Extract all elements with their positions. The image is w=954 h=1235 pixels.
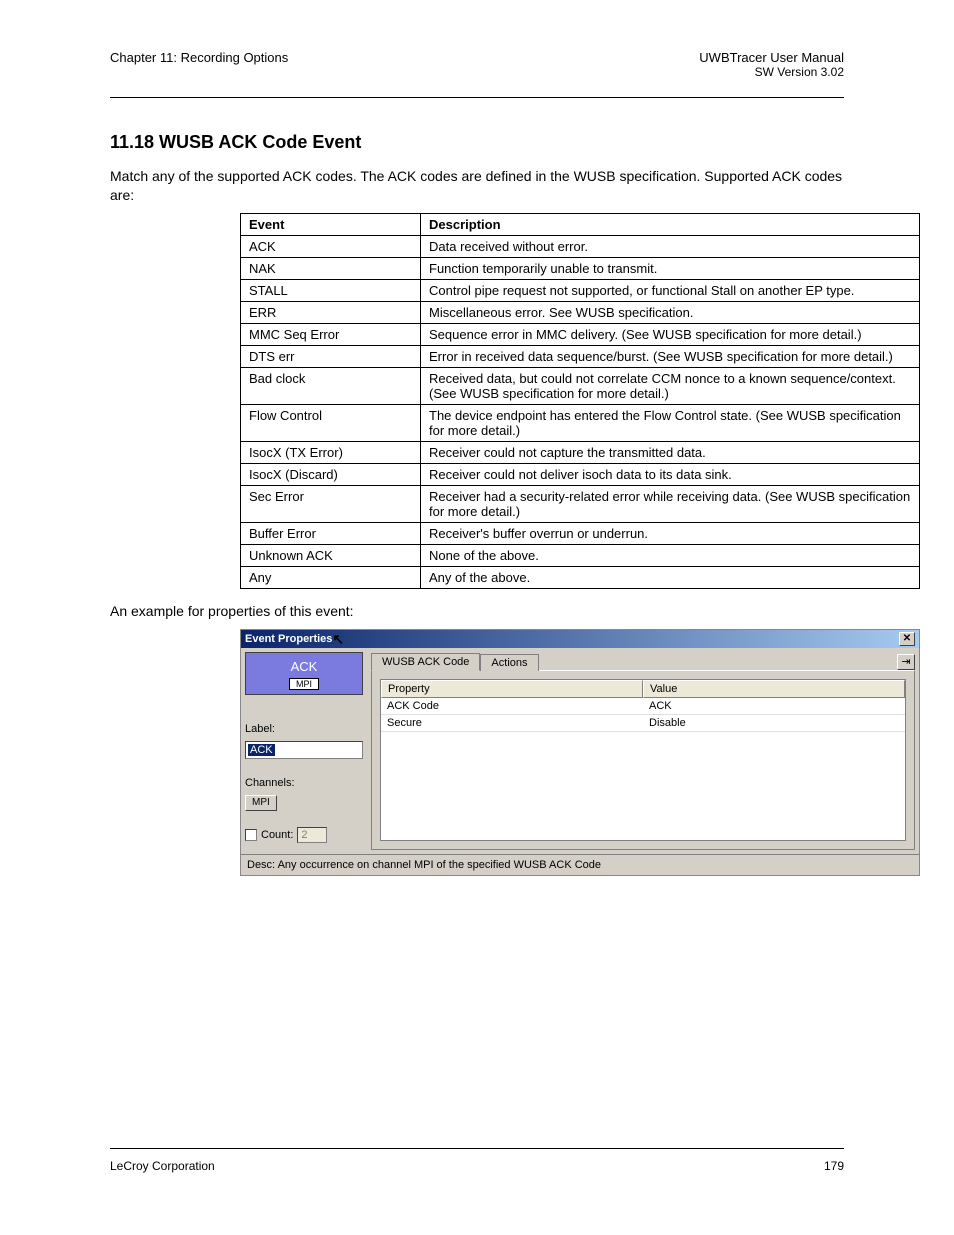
label-value: ACK	[248, 744, 275, 756]
tab-wusb-ack-code[interactable]: WUSB ACK Code	[371, 653, 480, 671]
channels-button[interactable]: MPI	[245, 795, 277, 811]
table-cell-desc: Receiver could not deliver isoch data to…	[421, 463, 920, 485]
footer: LeCroy Corporation 179	[110, 1159, 844, 1173]
table-row: Flow ControlThe device endpoint has ente…	[241, 404, 920, 441]
table-row: NAKFunction temporarily unable to transm…	[241, 257, 920, 279]
pin-icon[interactable]: ⇥	[897, 654, 915, 670]
header-version: SW Version 3.02	[110, 65, 844, 79]
table-cell-desc: Received data, but could not correlate C…	[421, 367, 920, 404]
table-cell-event: Unknown ACK	[241, 544, 421, 566]
table-row: DTS errError in received data sequence/b…	[241, 345, 920, 367]
prop-header-value: Value	[643, 680, 905, 698]
tab-actions[interactable]: Actions	[480, 654, 538, 671]
property-table[interactable]: Property Value ACK CodeACKSecureDisable	[380, 679, 906, 841]
event-properties-dialog: Event Properties ↖ ✕ ACK MPI Label: ACK …	[240, 629, 920, 876]
prop-header-property: Property	[381, 680, 643, 698]
dialog-status: Desc: Any occurrence on channel MPI of t…	[241, 854, 919, 875]
prop-cell-value: ACK	[643, 698, 905, 714]
tab-panel: Property Value ACK CodeACKSecureDisable	[371, 670, 915, 850]
table-cell-event: NAK	[241, 257, 421, 279]
table-cell-desc: Receiver had a security-related error wh…	[421, 485, 920, 522]
table-cell-event: Bad clock	[241, 367, 421, 404]
label-input[interactable]: ACK	[245, 741, 363, 759]
table-cell-event: Flow Control	[241, 404, 421, 441]
table-header-desc: Description	[421, 213, 920, 235]
intro-text: Match any of the supported ACK codes. Th…	[110, 167, 844, 213]
header-area: Chapter 11: Recording Options UWBTracer …	[110, 50, 844, 98]
ack-codes-table: Event Description ACKData received witho…	[240, 213, 920, 589]
prop-row[interactable]: ACK CodeACK	[381, 698, 905, 715]
table-row: IsocX (Discard)Receiver could not delive…	[241, 463, 920, 485]
dialog-title: Event Properties	[245, 633, 332, 645]
table-cell-desc: Receiver could not capture the transmitt…	[421, 441, 920, 463]
count-input[interactable]: 2	[297, 827, 327, 843]
table-row: IsocX (TX Error)Receiver could not captu…	[241, 441, 920, 463]
table-cell-desc: Miscellaneous error. See WUSB specificat…	[421, 301, 920, 323]
table-row: Buffer ErrorReceiver's buffer overrun or…	[241, 522, 920, 544]
table-row: MMC Seq ErrorSequence error in MMC deliv…	[241, 323, 920, 345]
table-cell-event: IsocX (Discard)	[241, 463, 421, 485]
footer-right: 179	[824, 1159, 844, 1173]
table-row: ACKData received without error.	[241, 235, 920, 257]
ack-card-badge: MPI	[289, 678, 319, 690]
header-right: UWBTracer User Manual	[699, 50, 844, 65]
prop-cell-name: Secure	[381, 715, 643, 731]
table-cell-desc: None of the above.	[421, 544, 920, 566]
table-row: Unknown ACKNone of the above.	[241, 544, 920, 566]
footer-rule	[110, 1148, 844, 1149]
channels-label: Channels:	[245, 777, 363, 789]
table-cell-event: STALL	[241, 279, 421, 301]
table-cell-event: DTS err	[241, 345, 421, 367]
table-header-event: Event	[241, 213, 421, 235]
count-checkbox[interactable]	[245, 829, 257, 841]
prop-row[interactable]: SecureDisable	[381, 715, 905, 732]
count-label: Count:	[261, 829, 293, 841]
header-left: Chapter 11: Recording Options	[110, 50, 288, 65]
table-cell-desc: The device endpoint has entered the Flow…	[421, 404, 920, 441]
label-label: Label:	[245, 723, 363, 735]
table-cell-desc: Function temporarily unable to transmit.	[421, 257, 920, 279]
table-cell-desc: Sequence error in MMC delivery. (See WUS…	[421, 323, 920, 345]
cursor-icon: ↖	[332, 632, 344, 646]
table-cell-desc: Control pipe request not supported, or f…	[421, 279, 920, 301]
post-table-text: An example for properties of this event:	[110, 589, 844, 629]
table-cell-desc: Error in received data sequence/burst. (…	[421, 345, 920, 367]
table-cell-event: Any	[241, 566, 421, 588]
status-prefix: Desc:	[247, 859, 278, 871]
table-cell-event: MMC Seq Error	[241, 323, 421, 345]
prop-cell-name: ACK Code	[381, 698, 643, 714]
section-heading: 11.18 WUSB ACK Code Event	[110, 98, 844, 167]
ack-summary-card: ACK MPI	[245, 652, 363, 695]
table-row: STALLControl pipe request not supported,…	[241, 279, 920, 301]
table-row: Bad clockReceived data, but could not co…	[241, 367, 920, 404]
table-cell-event: Sec Error	[241, 485, 421, 522]
table-cell-desc: Any of the above.	[421, 566, 920, 588]
table-row: AnyAny of the above.	[241, 566, 920, 588]
table-cell-desc: Data received without error.	[421, 235, 920, 257]
close-icon[interactable]: ✕	[899, 632, 915, 646]
table-cell-event: IsocX (TX Error)	[241, 441, 421, 463]
table-cell-desc: Receiver's buffer overrun or underrun.	[421, 522, 920, 544]
footer-left: LeCroy Corporation	[110, 1159, 215, 1173]
table-cell-event: ACK	[241, 235, 421, 257]
table-cell-event: ERR	[241, 301, 421, 323]
prop-cell-value: Disable	[643, 715, 905, 731]
dialog-titlebar[interactable]: Event Properties ↖ ✕	[241, 630, 919, 648]
table-row: Sec ErrorReceiver had a security-related…	[241, 485, 920, 522]
table-row: ERRMiscellaneous error. See WUSB specifi…	[241, 301, 920, 323]
status-text: Any occurrence on channel MPI of the spe…	[278, 859, 601, 871]
table-cell-event: Buffer Error	[241, 522, 421, 544]
ack-card-label: ACK	[248, 659, 360, 674]
